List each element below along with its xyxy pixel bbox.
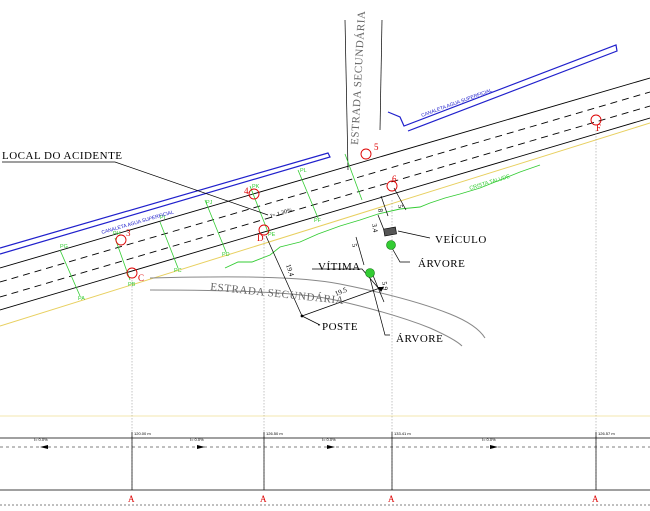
point-c-circle xyxy=(126,267,138,279)
station-label-2: 126.50 m xyxy=(266,431,283,436)
label-estrada-secundaria-horizontal: ESTRADA SECUNDÁRIA xyxy=(210,281,345,307)
road-lines xyxy=(0,77,650,327)
marker-pa: PA xyxy=(78,296,85,302)
station-label-3: 133.41 m xyxy=(394,431,411,436)
label-poste: POSTE xyxy=(322,321,358,333)
point-5-circle xyxy=(360,148,372,160)
section-mark-a-4: A xyxy=(592,494,599,504)
secondary-road-v-right xyxy=(379,19,383,131)
leader-arvore-1 xyxy=(391,247,410,263)
tree-2-icon xyxy=(365,268,375,278)
drawing-svg: PA PB PC PD PE PF PG PH PI PJ PK PL I= 0… xyxy=(0,10,650,506)
section-mark-a-2: A xyxy=(260,494,267,504)
point-c-label: C xyxy=(138,273,144,283)
label-grade: I= 1.30% xyxy=(270,208,293,220)
marker-pd: PD xyxy=(222,252,230,258)
leader-veiculo xyxy=(397,230,431,239)
profile-label-1: I= 0.0% xyxy=(34,437,48,442)
road-center-dashed xyxy=(0,91,650,283)
profile-label-3: I= 0.0% xyxy=(322,437,336,442)
label-crista-talude: CRISTA TALUDE xyxy=(469,174,511,192)
marker-pc: PC xyxy=(174,268,182,274)
label-vitima: VÍTIMA xyxy=(318,261,361,273)
marker-pj: PJ xyxy=(206,200,213,206)
label-arvore-1: ÁRVORE xyxy=(418,258,465,270)
marker-pf: PF xyxy=(314,218,322,224)
leader-local-acidente xyxy=(2,161,269,216)
label-estrada-secundaria-vertical: ESTRADA SECUNDÁRIA xyxy=(349,10,368,145)
profile-label-4: I= 0.0% xyxy=(482,437,496,442)
label-local-acidente: LOCAL DO ACIDENTE xyxy=(2,150,123,162)
profile-band: I= 0.0% I= 0.0% I= 0.0% I= 0.0% 120.00 m… xyxy=(0,415,650,506)
meas-line-19-4 xyxy=(265,235,303,317)
label-canaleta-2: CANALETA AGUA SUPERFICIAL xyxy=(421,88,494,119)
point-5-label: 5 xyxy=(374,142,379,152)
post-marker xyxy=(300,314,304,318)
point-4-label: 4 xyxy=(244,186,249,196)
secondary-road-top xyxy=(149,276,486,339)
meas-3-4: 3.4 xyxy=(370,223,379,233)
marker-pe: PE xyxy=(268,232,276,238)
section-mark-a-3: A xyxy=(388,494,395,504)
station-label-1: 120.00 m xyxy=(134,431,151,436)
point-3-label: 3 xyxy=(126,228,131,238)
leader-poste xyxy=(301,315,321,326)
section-mark-a-1: A xyxy=(128,494,135,504)
road-edge-top xyxy=(0,77,650,269)
point-f-label: F xyxy=(596,123,601,133)
label-arvore-2: ÁRVORE xyxy=(396,333,443,345)
meas-5a: 5 xyxy=(350,243,359,248)
profile-label-2: I= 0.0% xyxy=(190,437,204,442)
marker-pl: PL xyxy=(300,168,307,174)
accident-site-drawing: PA PB PC PD PE PF PG PH PI PJ PK PL I= 0… xyxy=(0,0,650,511)
meas-19-4: 19.4 xyxy=(284,263,296,278)
marker-pg: PG xyxy=(60,244,68,250)
tree-1-icon xyxy=(386,240,396,250)
vehicle-box xyxy=(383,226,397,237)
label-veiculo: VEÍCULO xyxy=(435,234,487,246)
point-3-circle xyxy=(115,234,127,246)
station-label-4: 126.57 m xyxy=(598,431,615,436)
point-d-label: D xyxy=(257,233,264,243)
point-6-label: 6 xyxy=(392,174,397,184)
section-reference-lines xyxy=(131,130,597,490)
secondary-road-v-left xyxy=(344,19,349,171)
